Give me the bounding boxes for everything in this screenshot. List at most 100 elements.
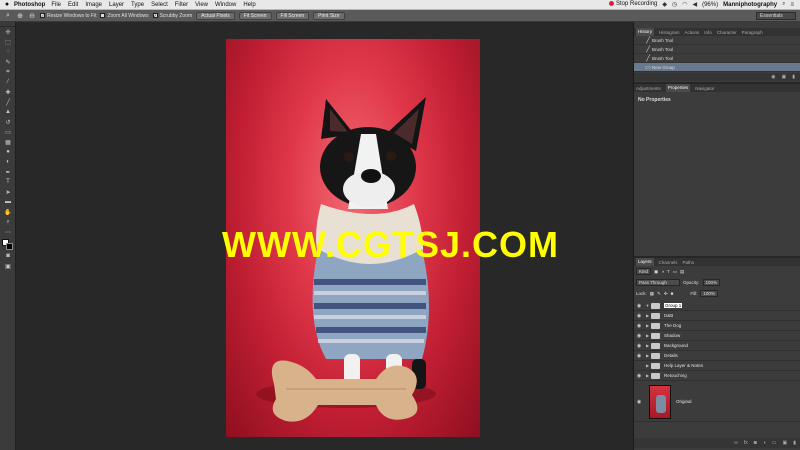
quick-mask-icon[interactable]: ◙ bbox=[0, 251, 16, 261]
scrubby-zoom-checkbox[interactable]: ✓ Scrubby Zoom bbox=[152, 13, 192, 19]
trash-icon[interactable]: ▮ bbox=[792, 74, 795, 80]
filter-shape-icon[interactable]: ▭ bbox=[673, 269, 677, 275]
layer-row[interactable]: ▶ Help Layer & Notes bbox=[634, 361, 800, 371]
more-tools-icon[interactable]: ⋯ bbox=[0, 227, 16, 237]
app-menu[interactable]: Photoshop bbox=[14, 2, 45, 8]
layer-row[interactable]: ◉ ▶ The Dog bbox=[634, 321, 800, 331]
layer-row[interactable]: ◉ ▼ Group 1 bbox=[634, 301, 800, 311]
filter-adjust-icon[interactable]: ◑ bbox=[661, 269, 664, 274]
tab-actions[interactable]: Actions bbox=[685, 30, 700, 35]
filter-pixel-icon[interactable]: ▣ bbox=[654, 269, 658, 275]
color-swatches[interactable] bbox=[0, 237, 16, 251]
gradient-tool-icon[interactable]: ▦ bbox=[0, 137, 16, 147]
zoom-out-icon[interactable]: ⊖ bbox=[28, 12, 36, 20]
visibility-eye-icon[interactable]: ◉ bbox=[634, 353, 644, 359]
pen-tool-icon[interactable]: ✒ bbox=[0, 167, 16, 177]
kind-filter-select[interactable]: Kind bbox=[636, 268, 652, 275]
healing-tool-icon[interactable]: ✚ bbox=[0, 87, 16, 97]
tab-histogram[interactable]: Histogram bbox=[659, 30, 680, 35]
workspace-select[interactable]: Essentials bbox=[756, 12, 796, 20]
zoom-all-checkbox[interactable]: Zoom All Windows bbox=[100, 13, 149, 19]
new-group-icon[interactable]: ▭ bbox=[772, 440, 777, 446]
eraser-tool-icon[interactable]: ▭ bbox=[0, 127, 16, 137]
stop-recording[interactable]: Stop Recording bbox=[608, 1, 657, 8]
expand-arrow-icon[interactable]: ▶ bbox=[644, 363, 651, 368]
tab-properties[interactable]: Properties bbox=[665, 84, 691, 92]
filter-type-icon[interactable]: T bbox=[667, 269, 670, 274]
resize-windows-checkbox[interactable]: ✓ Resize Windows to Fit bbox=[40, 13, 96, 19]
user-menu[interactable]: Manniphotography bbox=[723, 2, 777, 8]
tab-info[interactable]: Info bbox=[704, 30, 712, 35]
expand-arrow-icon[interactable]: ▶ bbox=[644, 343, 651, 348]
lock-paint-icon[interactable]: ✎ bbox=[657, 291, 661, 297]
history-item[interactable]: ╱ Brush Tool bbox=[634, 36, 800, 45]
layer-row[interactable]: ◉ ▶ D&B bbox=[634, 311, 800, 321]
crop-tool-icon[interactable]: ⌗ bbox=[0, 67, 16, 77]
visibility-eye-icon[interactable]: ◉ bbox=[634, 343, 644, 349]
list-icon[interactable]: ≡ bbox=[790, 2, 794, 8]
actual-pixels-button[interactable]: Actual Pixels bbox=[196, 11, 235, 20]
adjustment-icon[interactable]: ◑ bbox=[763, 440, 766, 446]
new-layer-icon[interactable]: ▣ bbox=[783, 440, 788, 446]
visibility-eye-icon[interactable]: ◉ bbox=[634, 399, 644, 405]
layer-name-field[interactable]: Group 1 bbox=[664, 303, 683, 308]
visibility-eye-icon[interactable]: ◉ bbox=[634, 313, 644, 319]
search-icon[interactable]: ⌕ bbox=[782, 1, 785, 8]
quick-select-tool-icon[interactable]: ✎ bbox=[0, 57, 16, 67]
layer-row[interactable]: ◉ ▶ Background bbox=[634, 341, 800, 351]
camera-icon[interactable]: ▣ bbox=[782, 74, 787, 80]
tab-layers[interactable]: Layers bbox=[636, 258, 654, 266]
visibility-eye-icon[interactable]: ◉ bbox=[634, 303, 644, 309]
menu-type[interactable]: Type bbox=[131, 2, 144, 8]
tab-adjustments[interactable]: Adjustments bbox=[636, 86, 661, 91]
menu-file[interactable]: File bbox=[51, 2, 61, 8]
brush-tool-icon[interactable]: ╱ bbox=[0, 97, 16, 107]
layer-row-original[interactable]: ◉ Original bbox=[634, 382, 800, 422]
layer-row[interactable]: ◉ ▶ Details bbox=[634, 351, 800, 361]
expand-arrow-icon[interactable]: ▶ bbox=[644, 333, 651, 338]
fill-screen-button[interactable]: Fill Screen bbox=[275, 11, 310, 20]
document-canvas[interactable]: WWW.CGTSJ.COM bbox=[17, 22, 632, 450]
menu-filter[interactable]: Filter bbox=[175, 2, 188, 8]
lock-pixels-icon[interactable]: ▦ bbox=[650, 291, 654, 297]
menu-help[interactable]: Help bbox=[243, 2, 255, 8]
zoom-tool-icon[interactable]: ⌕ bbox=[4, 12, 12, 20]
menu-window[interactable]: Window bbox=[215, 2, 236, 8]
dodge-tool-icon[interactable]: ◐ bbox=[0, 157, 16, 167]
mask-icon[interactable]: ◙ bbox=[754, 440, 757, 446]
wifi-icon[interactable]: ◠ bbox=[682, 1, 687, 8]
tab-navigator[interactable]: Navigator bbox=[695, 86, 714, 91]
history-brush-icon[interactable]: ↺ bbox=[0, 117, 16, 127]
history-item[interactable]: ╱ Brush Tool bbox=[634, 54, 800, 63]
tab-paths[interactable]: Paths bbox=[683, 260, 695, 265]
blur-tool-icon[interactable]: ● bbox=[0, 147, 16, 157]
visibility-eye-icon[interactable]: ◉ bbox=[634, 323, 644, 329]
visibility-eye-icon[interactable]: ◉ bbox=[634, 333, 644, 339]
zoom-tool-icon[interactable]: ⌕ bbox=[0, 217, 16, 227]
lasso-tool-icon[interactable]: ◌ bbox=[0, 47, 16, 57]
tab-paragraph[interactable]: Paragraph bbox=[742, 30, 763, 35]
move-tool-icon[interactable]: ✣ bbox=[0, 27, 16, 37]
layer-row[interactable]: ◉ ▶ Retouching bbox=[634, 371, 800, 381]
lock-all-icon[interactable]: ■ bbox=[671, 291, 674, 296]
timer-icon[interactable]: ◷ bbox=[672, 1, 677, 8]
background-color[interactable] bbox=[6, 243, 13, 250]
path-select-tool-icon[interactable]: ➤ bbox=[0, 187, 16, 197]
link-icon[interactable]: ∞ bbox=[734, 440, 738, 446]
type-tool-icon[interactable]: T bbox=[0, 177, 16, 187]
visibility-eye-icon[interactable]: ◉ bbox=[634, 373, 644, 379]
expand-arrow-icon[interactable]: ▶ bbox=[644, 313, 651, 318]
opacity-field[interactable]: 100% bbox=[702, 279, 721, 286]
tab-channels[interactable]: Channels bbox=[659, 260, 678, 265]
fit-screen-button[interactable]: Fit Screen bbox=[238, 11, 272, 20]
dropbox-icon[interactable]: ◆ bbox=[662, 1, 667, 8]
history-item[interactable]: ╱ Brush Tool bbox=[634, 45, 800, 54]
menu-layer[interactable]: Layer bbox=[109, 2, 124, 8]
tab-character[interactable]: Character bbox=[717, 30, 737, 35]
layer-row[interactable]: ◉ ▶ Shadow bbox=[634, 331, 800, 341]
trash-icon[interactable]: ▮ bbox=[793, 440, 796, 446]
hand-tool-icon[interactable]: ✋ bbox=[0, 207, 16, 217]
screen-mode-icon[interactable]: ▣ bbox=[0, 261, 16, 271]
expand-arrow-icon[interactable]: ▶ bbox=[644, 323, 651, 328]
menu-image[interactable]: Image bbox=[85, 2, 102, 8]
